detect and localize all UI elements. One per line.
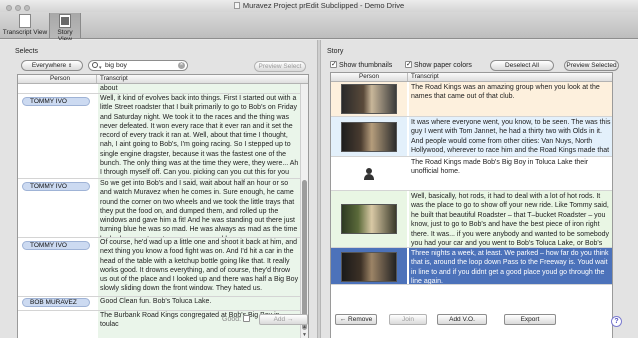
person-cell: TOMMY IVO [18, 179, 94, 237]
toolbar: Transcript View Story View [0, 12, 638, 43]
transcript-cell: The Road Kings made Bob's Big Boy in Tol… [409, 157, 612, 190]
story-row-selected[interactable]: Three nights a week, at least. We parked… [331, 248, 612, 285]
video-thumbnail [341, 122, 397, 152]
join-button[interactable]: Join [389, 314, 427, 325]
thumbnail-cell [331, 82, 407, 116]
table-row[interactable]: TOMMY IVO Well, it kind of evolves back … [18, 94, 301, 179]
person-column-header[interactable]: Person [359, 73, 379, 81]
person-tag: TOMMY IVO [22, 182, 90, 191]
story-row[interactable]: It was where everyone went, you know, to… [331, 117, 612, 157]
selects-scrollbar[interactable]: ▲ ▼ [300, 84, 308, 338]
add-vo-button[interactable]: Add V.O. [437, 314, 487, 325]
table-row[interactable]: TOMMY IVO Of course, he'd wad up a littl… [18, 238, 301, 297]
search-input[interactable]: ▾ big boy × [88, 60, 188, 71]
transcript-cell: Of course, he'd wad up a little one and … [98, 238, 301, 296]
person-column-header[interactable]: Person [50, 75, 70, 83]
add-button[interactable]: Add → [259, 314, 308, 325]
show-thumbnails-option[interactable]: Show thumbnails [330, 60, 393, 69]
person-tag: TOMMY IVO [22, 97, 90, 106]
person-icon [364, 168, 374, 180]
transcript-column-header[interactable]: Transcript [411, 73, 439, 81]
table-row[interactable]: TOMMY IVO So we get into Bob's and I sai… [18, 179, 301, 238]
video-thumbnail [341, 204, 397, 234]
preview-select-button[interactable]: Preview Select [254, 61, 306, 72]
transcript-cell: It was where everyone went, you know, to… [409, 117, 612, 156]
window-title: Muravez Project prEdit Subclipped - Demo… [242, 1, 405, 10]
transcript-cell: Good Clean fun. Bob's Toluca Lake. [98, 297, 301, 310]
scrollbar-thumb[interactable] [302, 180, 307, 330]
person-cell [18, 311, 94, 338]
thumbnail-cell [331, 157, 407, 190]
scope-value: Everywhere [31, 62, 67, 69]
table-row[interactable]: BOB MURAVEZ Good Clean fun. Bob's Toluca… [18, 297, 301, 311]
show-thumbnails-checkbox[interactable] [330, 60, 337, 68]
selects-table: Person Transcript about TOMMY IVO Well, … [17, 74, 309, 338]
story-row[interactable]: The Road Kings was an amazing group when… [331, 82, 612, 117]
minimize-control[interactable] [15, 5, 21, 11]
story-icon [59, 14, 71, 28]
story-table: Person Transcript The Road Kings was an … [330, 72, 613, 338]
person-cell: BOB MURAVEZ [18, 297, 94, 310]
show-paper-colors-option[interactable]: Show paper colors [405, 60, 472, 69]
show-paper-colors-checkbox[interactable] [405, 60, 412, 68]
good-label: Good: [222, 315, 251, 323]
selects-table-header: Person Transcript [18, 75, 308, 84]
story-label: Story [327, 48, 344, 55]
scroll-down-icon[interactable]: ▼ [302, 332, 307, 338]
good-checkbox[interactable] [243, 315, 251, 322]
good-label-text: Good: [222, 316, 242, 323]
person-tag: TOMMY IVO [22, 241, 90, 250]
thumbnail-cell [331, 117, 407, 156]
story-row[interactable]: Well, basically, hot rods, it had to dea… [331, 191, 612, 248]
person-tag: BOB MURAVEZ [22, 298, 90, 307]
story-table-header: Person Transcript [331, 73, 612, 82]
selects-label: Selects [15, 48, 38, 55]
transcript-cell: Well, it kind of evolves back into thing… [98, 94, 301, 178]
video-thumbnail [341, 84, 397, 114]
thumbnail-cell [331, 191, 407, 247]
person-cell [18, 84, 94, 93]
preview-selected-button[interactable]: Preview Selected [564, 60, 619, 71]
export-button[interactable]: Export [504, 314, 556, 325]
search-text: big boy [105, 62, 127, 69]
zoom-control[interactable] [24, 5, 30, 11]
search-menu-caret-icon: ▾ [99, 65, 102, 71]
video-thumbnail [341, 252, 397, 282]
show-paper-colors-label: Show paper colors [413, 62, 472, 69]
transcript-cell: Three nights a week, at least. We parked… [409, 248, 612, 284]
deselect-all-button[interactable]: Deselect All [490, 60, 554, 71]
document-icon [19, 14, 31, 28]
pane-splitter[interactable] [317, 40, 321, 338]
close-control[interactable] [6, 5, 12, 11]
transcript-view-button[interactable]: Transcript View [2, 13, 48, 38]
document-icon [233, 2, 240, 9]
transcript-cell: The Road Kings was an amazing group when… [409, 82, 612, 116]
transcript-cell: So we get into Bob's and I said, wait ab… [98, 179, 301, 237]
scope-select[interactable]: Everywhere ⇕ [21, 60, 83, 71]
search-icon [92, 62, 98, 68]
person-cell: TOMMY IVO [18, 238, 94, 296]
thumbnail-cell [331, 248, 407, 284]
help-icon[interactable]: ? [611, 316, 622, 327]
transcript-view-label: Transcript View [2, 29, 48, 36]
transcript-column-header[interactable]: Transcript [100, 75, 128, 83]
person-cell: TOMMY IVO [18, 94, 94, 178]
clear-search-icon[interactable]: × [178, 62, 185, 69]
remove-button[interactable]: ← Remove [335, 314, 377, 325]
title-bar: Muravez Project prEdit Subclipped - Demo… [0, 0, 638, 12]
main-area: Selects Everywhere ⇕ ▾ big boy × Preview… [0, 40, 638, 338]
transcript-cell: about [98, 84, 301, 93]
story-view-button[interactable]: Story View [49, 13, 81, 43]
story-row[interactable]: The Road Kings made Bob's Big Boy in Tol… [331, 157, 612, 191]
transcript-cell: Well, basically, hot rods, it had to dea… [409, 191, 612, 247]
show-thumbnails-label: Show thumbnails [338, 62, 393, 69]
table-row[interactable]: about [18, 84, 301, 94]
select-arrows-icon: ⇕ [67, 63, 73, 69]
